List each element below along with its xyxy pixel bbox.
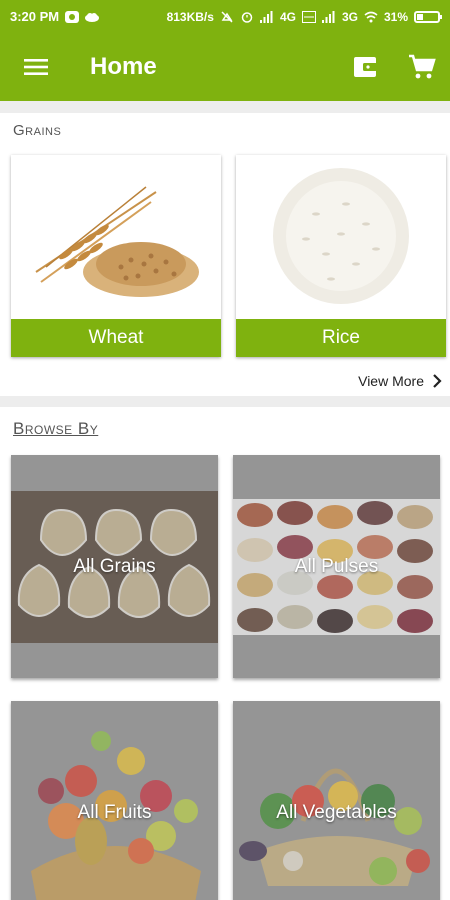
chevron-right-icon: [433, 374, 442, 388]
page-title: Home: [90, 53, 157, 80]
tile-all-pulses[interactable]: All Pulses: [233, 455, 440, 678]
menu-button[interactable]: [0, 33, 72, 101]
volte-icon: [301, 10, 316, 23]
view-more-label: View More: [358, 373, 424, 389]
tile-all-grains[interactable]: All Grains: [11, 455, 218, 678]
status-time: 3:20 PM: [10, 9, 60, 24]
network-type-1: 4G: [279, 9, 296, 24]
mute-icon: [220, 10, 234, 23]
view-more-link[interactable]: View More: [358, 373, 442, 389]
notification-icon: [65, 10, 80, 23]
app-bar: Home: [0, 33, 450, 101]
rice-image: [236, 155, 446, 318]
cart-icon: [409, 54, 436, 79]
wheat-card[interactable]: Wheat: [11, 155, 221, 357]
wallet-icon: [354, 57, 377, 77]
signal-icon: [259, 10, 274, 23]
tile-all-grains-label: All Grains: [73, 555, 156, 577]
rice-card[interactable]: Rice: [236, 155, 446, 357]
network-type-2: 3G: [341, 9, 358, 24]
signal-icon-2: [321, 10, 336, 23]
rice-label: Rice: [236, 319, 446, 357]
battery-icon: [414, 10, 442, 23]
browse-section-title: Browse By: [13, 419, 99, 438]
grains-section: Grains Wheat Rice View More: [0, 113, 450, 396]
alarm-icon: [240, 11, 254, 23]
wallet-button[interactable]: [338, 33, 394, 101]
tile-all-vegetables-label: All Vegetables: [276, 801, 397, 823]
grains-section-title: Grains: [13, 122, 62, 139]
status-bar: 3:20 PM 813KB/s 4G 3G 31%: [0, 0, 450, 33]
tile-all-fruits-label: All Fruits: [77, 801, 152, 823]
wheat-image: [11, 155, 221, 318]
cart-button[interactable]: [394, 33, 450, 101]
tile-all-pulses-label: All Pulses: [294, 555, 379, 577]
browse-section: Browse By All Grains All Pulses All Frui…: [0, 407, 450, 900]
network-speed: 813KB/s: [166, 9, 214, 24]
wheat-label: Wheat: [11, 319, 221, 357]
menu-icon: [24, 59, 48, 75]
wifi-icon: [364, 11, 378, 23]
cloud-icon: [85, 11, 100, 23]
tile-all-vegetables[interactable]: All Vegetables: [233, 701, 440, 900]
battery-percent: 31%: [383, 9, 408, 24]
tile-all-fruits[interactable]: All Fruits: [11, 701, 218, 900]
